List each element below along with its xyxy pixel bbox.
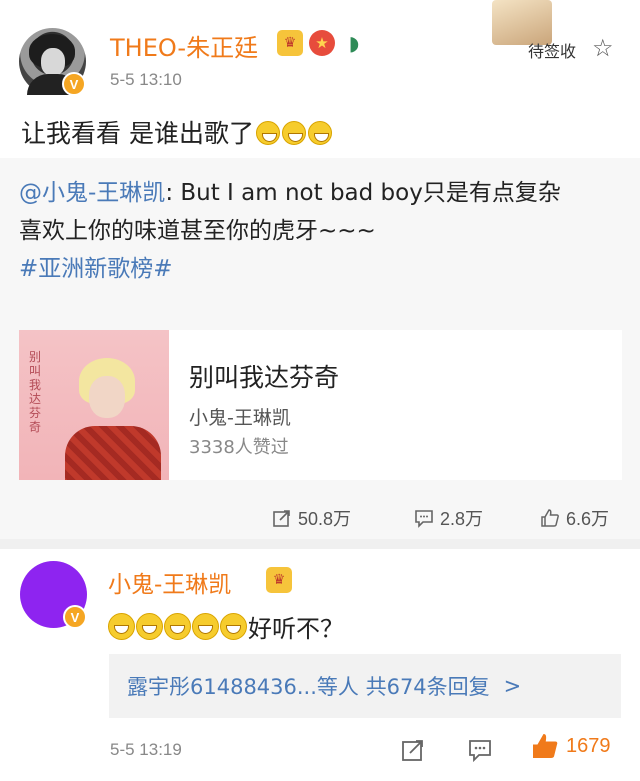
grin-emoji-icon [136, 613, 163, 640]
grin-emoji-icon [192, 613, 219, 640]
comment-icon[interactable] [467, 737, 493, 763]
verified-badge-icon: V [62, 72, 86, 96]
like-button[interactable]: 6.6万 [540, 505, 609, 531]
profile-card-decoration[interactable]: 待签收 ☆ [462, 0, 616, 66]
grin-emoji-icon [164, 613, 191, 640]
comment-timestamp: 5-5 13:19 [110, 740, 182, 759]
star-badge-icon[interactable]: ★ [309, 30, 335, 56]
thumbs-up-icon [541, 509, 559, 527]
comment-text: 好听不？ [108, 609, 344, 644]
cover-text: 别叫我达芬奇 [29, 350, 42, 434]
author-name[interactable]: THEO-朱正廷 [110, 28, 258, 63]
repost-text: @小鬼-王琳凯: But I am not bad boy只是有点复杂 喜欢上你… [19, 174, 619, 288]
replies-summary: 露宇彤61488436...等人 共674条回复 [127, 675, 490, 699]
song-artist: 小鬼-王琳凯 [189, 407, 291, 429]
share-count: 50.8万 [298, 509, 352, 529]
comment-like-button[interactable]: 1679 [530, 731, 611, 761]
mention-link[interactable]: @小鬼-王琳凯 [19, 180, 165, 206]
comment-like-count: 1679 [566, 734, 611, 757]
comment-count: 2.8万 [440, 509, 484, 529]
song-title: 别叫我达芬奇 [189, 363, 340, 392]
chevron-right-icon: > [503, 674, 522, 698]
watermelon-icon[interactable]: ◗ [341, 30, 367, 56]
crown-badge-icon[interactable]: ♛ [277, 30, 303, 56]
share-icon [273, 510, 290, 527]
commenter-name[interactable]: 小鬼-王琳凯 [108, 565, 231, 599]
grin-emoji-icon [108, 613, 135, 640]
repost-block[interactable]: @小鬼-王琳凯: But I am not bad boy只是有点复杂 喜欢上你… [0, 158, 640, 539]
post-timestamp: 5-5 13:10 [110, 70, 182, 89]
share-icon[interactable] [400, 737, 426, 763]
smile-emoji-icon [307, 121, 332, 145]
comment-item: V 小鬼-王琳凯 ♛ 好听不？ 露宇彤61488436...等人 共674条回复… [0, 549, 640, 781]
comment-icon [415, 510, 433, 528]
repost-line2: 喜欢上你的味道甚至你的虎牙~~~ [19, 218, 376, 244]
music-card[interactable]: 别叫我达芬奇 别叫我达芬奇 小鬼-王琳凯 3338人赞过 [19, 330, 622, 480]
post-text-content: 让我看看 是谁出歌了 [21, 119, 254, 148]
author-badges: ♛ ★ ◗ [277, 30, 367, 56]
verified-badge-icon: V [63, 605, 87, 629]
star-outline-icon: ☆ [592, 34, 614, 62]
comment-text-content: 好听不？ [248, 615, 344, 643]
card-label: 待签收 [528, 42, 577, 61]
thumbs-up-filled-icon [533, 734, 558, 758]
grin-emoji-icon [220, 613, 247, 640]
topic-link[interactable]: #亚洲新歌榜# [19, 256, 173, 282]
comment-button[interactable]: 2.8万 [414, 505, 483, 531]
album-cover: 别叫我达芬奇 [19, 330, 169, 480]
weibo-post: V THEO-朱正廷 ♛ ★ ◗ 5-5 13:10 待签收 ☆ 让我看看 是谁… [0, 0, 640, 539]
section-divider [0, 539, 640, 549]
song-likes: 3338人赞过 [189, 437, 289, 458]
view-replies-link[interactable]: 露宇彤61488436...等人 共674条回复 > [109, 654, 621, 718]
smile-emoji-icon [281, 121, 306, 145]
share-button[interactable]: 50.8万 [272, 505, 351, 531]
post-text: 让我看看 是谁出歌了 [21, 114, 332, 150]
like-count: 6.6万 [566, 509, 610, 529]
crown-badge-icon[interactable]: ♛ [266, 567, 292, 593]
smile-emoji-icon [255, 121, 280, 145]
repost-line1: : But I am not bad boy只是有点复杂 [165, 180, 561, 206]
